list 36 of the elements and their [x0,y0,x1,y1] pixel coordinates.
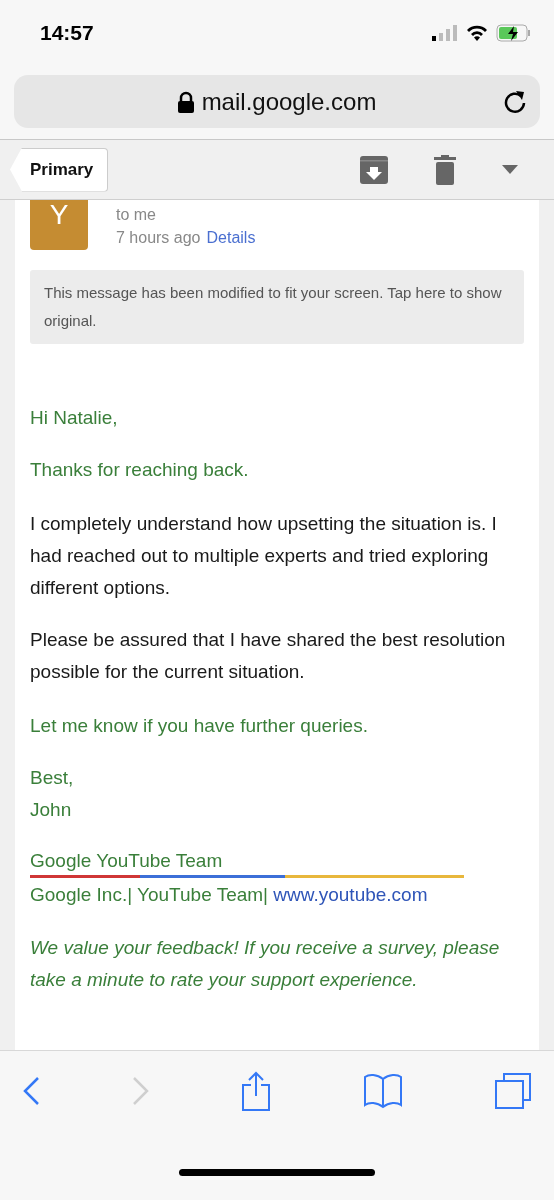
battery-charging-icon [496,23,532,42]
message-paragraph: Please be assured that I have shared the best resolution possible for the current situation. [30,628,507,684]
back-icon [22,1076,40,1106]
details-link[interactable]: Details [206,229,256,246]
status-time: 14:57 [40,20,94,45]
dropdown-icon[interactable] [502,165,518,174]
tabs-button[interactable] [494,1072,532,1110]
feedback-text: We value your feedback! If you receive a survey, please take a minute to rate your support experience. [30,936,501,992]
message-paragraph: Thanks for reaching back. [30,458,250,482]
message-paragraph: Let me know if you have further queries. [30,714,369,738]
sender-avatar: Y [30,200,88,250]
trash-icon[interactable] [434,154,456,185]
back-button[interactable]: Primary [10,147,109,192]
lock-icon [177,90,194,113]
fit-screen-notice[interactable]: This message has been modified to fit your screen. Tap here to show original. [30,270,524,344]
signature-name: Google YouTube Team [30,849,224,873]
message-paragraph: I completely understand how upsetting the situation is. I had reached out to multiple experts and tried exploring different options. [30,512,498,600]
archive-icon[interactable] [360,155,388,184]
forward-icon [131,1076,150,1106]
tabs-icon [494,1072,532,1110]
bookmarks-button[interactable] [362,1073,403,1109]
recipient-text: to me [116,206,157,224]
back-button[interactable] [22,1076,40,1106]
signal-icon [432,24,458,41]
url-text: mail.google.com [201,87,377,116]
signature-company: Google Inc.| YouTube Team| [30,884,270,905]
wifi-icon [466,24,488,41]
share-icon [241,1071,271,1111]
address-bar[interactable]: mail.google.com [14,75,540,128]
message-time: 7 hours ago [116,229,201,246]
book-icon [362,1073,403,1109]
share-button[interactable] [241,1071,271,1111]
message-paragraph: Best, John [30,766,75,822]
reload-icon[interactable] [502,89,526,115]
message-paragraph: Hi Natalie, [30,406,119,430]
website-link[interactable]: www.youtube.com [273,884,428,905]
